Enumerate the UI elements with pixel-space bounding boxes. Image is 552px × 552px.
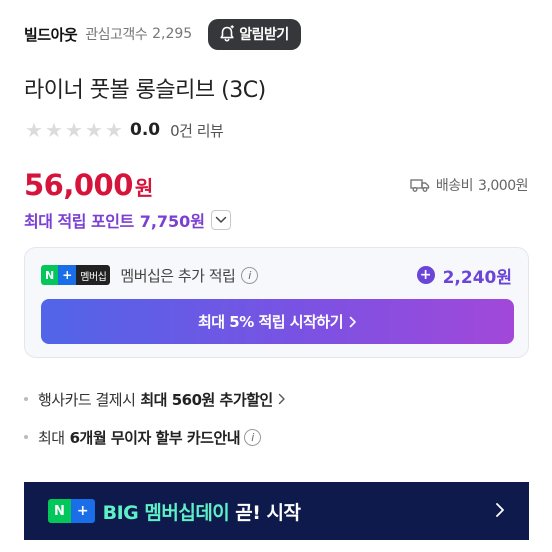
start-membership-label: 최대 5% 적립 시작하기 [197,313,344,331]
star-icon: ★ [85,118,103,142]
naver-plus-logo: N + [48,499,95,523]
max-points-row[interactable]: 최대 적립 포인트 7,750원 [24,208,232,232]
membership-info-row: N + 멤버십 멤버십은 추가 적립 i + 2,240원 [41,262,512,288]
star-icon: ★ [45,118,63,142]
badge-n: N [41,265,59,285]
store-header: 빌드아웃 관심고객수 2,295 알림받기 [24,18,528,50]
product-title: 라이너 풋볼 롱슬리브 (3C) [24,78,266,103]
badge-plus: + [58,265,77,285]
bullet [24,397,28,401]
store-name[interactable]: 빌드아웃 [24,24,78,45]
review-count-link[interactable]: 0건 리뷰 [170,120,224,141]
shipping-fee: 3,000원 [478,178,528,194]
info-icon[interactable]: i [241,266,259,284]
rating-summary[interactable]: ★ ★ ★ ★ ★ 0.0 0건 리뷰 [24,120,224,141]
membership-extra-amount: 2,240원 [442,267,512,288]
shipping-info: 배송비 3,000원 [410,175,528,195]
card-discount-amount: 최대 560원 추가할인 [140,390,273,409]
membership-description: 멤버십은 추가 적립 [120,266,236,285]
max-points-amount: 7,750원 [139,212,206,231]
banner-text: 곧! 시작 [235,501,301,524]
favorite-count-label: 관심고객수 [85,27,148,43]
shipping-label: 배송비 [435,178,474,194]
price-row: 56,000 원 배송비 3,000원 [24,168,528,202]
big-membership-day-banner[interactable]: N + BIG 멤버십데이 곧! 시작 [24,482,529,540]
star-icon: ★ [25,118,43,142]
bullet [24,435,28,439]
badge-label: 멤버십 [76,265,111,285]
notification-button-label: 알림받기 [239,27,289,43]
plus-circle-icon: + [416,266,435,284]
rating-score: 0.0 [130,120,161,140]
favorite-count: 2,295 [152,26,193,42]
points-expand-button[interactable] [211,210,232,230]
membership-promo-box: N + 멤버십 멤버십은 추가 적립 i + 2,240원 최대 5% 적립 시… [24,247,529,358]
card-discount-benefit[interactable]: 행사카드 결제시 최대 560원 추가할인 [24,386,286,412]
card-discount-prefix: 행사카드 결제시 [38,390,136,409]
max-points-label: 최대 적립 포인트 [24,212,134,231]
price-currency: 원 [134,176,154,200]
installment-guide: 6개월 무이자 할부 카드안내 [69,428,241,447]
installment-prefix: 최대 [38,428,65,447]
payment-benefits: 행사카드 결제시 최대 560원 추가할인 최대 6개월 무이자 할부 카드안내… [24,386,286,462]
start-membership-button[interactable]: 최대 5% 적립 시작하기 [41,299,514,344]
banner-highlight: BIG 멤버십데이 [102,501,230,524]
chevron-right-icon [278,393,285,405]
star-rating: ★ ★ ★ ★ ★ [24,120,124,140]
badge-n: N [48,499,71,523]
bell-plus-icon [220,25,235,42]
chevron-right-icon [496,503,504,517]
installment-benefit[interactable]: 최대 6개월 무이자 할부 카드안내 i [24,424,286,450]
info-icon[interactable]: i [244,428,262,446]
chevron-right-icon [349,316,356,327]
truck-icon [410,179,430,192]
sale-price: 56,000 [24,168,133,202]
membership-extra-points: + 2,240원 [416,263,512,288]
chevron-down-icon [215,216,227,223]
badge-plus: + [70,499,95,523]
star-icon: ★ [105,118,123,142]
star-icon: ★ [65,118,83,142]
naver-plus-membership-badge: N + 멤버십 [41,265,111,285]
notification-subscribe-button[interactable]: 알림받기 [208,18,301,50]
